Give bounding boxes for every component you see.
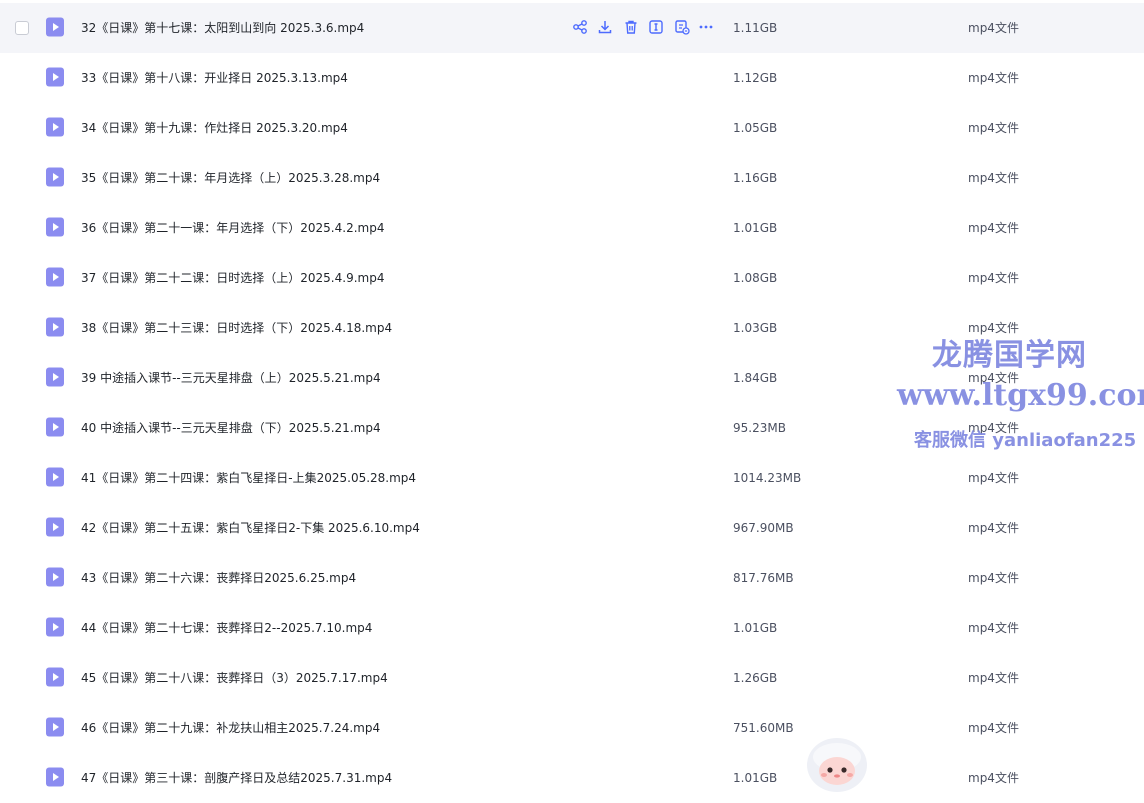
- download-icon[interactable]: [597, 19, 613, 35]
- file-type: mp4文件: [968, 121, 1019, 135]
- watermark-url: www.ltgx99.com: [897, 378, 1144, 413]
- file-type: mp4文件: [968, 71, 1019, 85]
- file-row[interactable]: 32《日课》第十七课：太阳到山到向 2025.3.6.mp4 1.11GB mp4文…: [0, 3, 1144, 53]
- file-type: mp4文件: [968, 721, 1019, 735]
- file-name[interactable]: 38《日课》第二十三课：日时选择（下）2025.4.18.mp4: [81, 320, 392, 336]
- file-type: mp4文件: [968, 571, 1019, 585]
- file-row[interactable]: 44《日课》第二十七课：丧葬择日2--2025.7.10.mp4 1.01GB mp…: [0, 603, 1144, 653]
- video-file-icon: [45, 367, 65, 387]
- file-name[interactable]: 46《日课》第二十九课：补龙扶山相主2025.7.24.mp4: [81, 720, 380, 736]
- file-size: 751.60MB: [733, 721, 794, 735]
- file-type: mp4文件: [968, 471, 1019, 485]
- file-size: 1.03GB: [733, 321, 778, 335]
- file-name[interactable]: 32《日课》第十七课：太阳到山到向 2025.3.6.mp4: [81, 20, 364, 36]
- file-size: 1.01GB: [733, 771, 778, 785]
- file-name[interactable]: 42《日课》第二十五课：紫白飞星择日2-下集 2025.6.10.mp4: [81, 520, 420, 536]
- file-name[interactable]: 36《日课》第二十一课：年月选择（下）2025.4.2.mp4: [81, 220, 384, 236]
- file-row[interactable]: 45《日课》第二十八课：丧葬择日（3）2025.7.17.mp4 1.26GB mp…: [0, 653, 1144, 703]
- video-file-icon: [45, 67, 65, 87]
- file-name[interactable]: 35《日课》第二十课：年月选择（上）2025.3.28.mp4: [81, 170, 380, 186]
- rename-icon[interactable]: [648, 19, 664, 35]
- video-file-icon: [45, 217, 65, 237]
- file-type: mp4文件: [968, 271, 1019, 285]
- video-file-icon: [45, 767, 65, 787]
- assistant-mascot-icon[interactable]: [802, 737, 872, 793]
- file-type: mp4文件: [968, 671, 1019, 685]
- file-size: 95.23MB: [733, 421, 786, 435]
- video-file-icon: [45, 717, 65, 737]
- file-size: 1.08GB: [733, 271, 778, 285]
- file-row[interactable]: 36《日课》第二十一课：年月选择（下）2025.4.2.mp4 1.01GB mp4…: [0, 203, 1144, 253]
- file-name[interactable]: 45《日课》第二十八课：丧葬择日（3）2025.7.17.mp4: [81, 670, 388, 686]
- file-type: mp4文件: [968, 171, 1019, 185]
- file-row[interactable]: 37《日课》第二十二课：日时选择（上）2025.4.9.mp4 1.08GB mp4…: [0, 253, 1144, 303]
- watermark-title: 龙腾国学网: [932, 338, 1087, 373]
- file-size: 1.16GB: [733, 171, 778, 185]
- file-type: mp4文件: [968, 771, 1019, 785]
- file-size: 1.01GB: [733, 221, 778, 235]
- file-size: 817.76MB: [733, 571, 794, 585]
- video-file-icon: [45, 667, 65, 687]
- file-name[interactable]: 39 中途插入课节--三元天星排盘（上）2025.5.21.mp4: [81, 370, 381, 386]
- video-file-icon: [45, 267, 65, 287]
- watermark-contact: 客服微信 yanliaofan225: [914, 430, 1137, 451]
- file-size: 1.05GB: [733, 121, 778, 135]
- file-size: 1.12GB: [733, 71, 778, 85]
- file-name[interactable]: 41《日课》第二十四课：紫白飞星择日-上集2025.05.28.mp4: [81, 470, 416, 486]
- file-row[interactable]: 33《日课》第十八课：开业择日 2025.3.13.mp4 1.12GB mp4文件: [0, 53, 1144, 103]
- share-icon[interactable]: [572, 19, 588, 35]
- file-size: 1.26GB: [733, 671, 778, 685]
- delete-icon[interactable]: [623, 19, 639, 35]
- file-name[interactable]: 44《日课》第二十七课：丧葬择日2--2025.7.10.mp4: [81, 620, 372, 636]
- file-name[interactable]: 34《日课》第十九课：作灶择日 2025.3.20.mp4: [81, 120, 348, 136]
- copy-to-icon[interactable]: [674, 19, 690, 35]
- file-row[interactable]: 43《日课》第二十六课：丧葬择日2025.6.25.mp4 817.76MB mp4…: [0, 553, 1144, 603]
- file-name[interactable]: 37《日课》第二十二课：日时选择（上）2025.4.9.mp4: [81, 270, 384, 286]
- file-type: mp4文件: [968, 521, 1019, 535]
- file-row[interactable]: 41《日课》第二十四课：紫白飞星择日-上集2025.05.28.mp4 1014.…: [0, 453, 1144, 503]
- file-type: mp4文件: [968, 221, 1019, 235]
- more-icon[interactable]: [698, 19, 714, 35]
- file-name[interactable]: 43《日课》第二十六课：丧葬择日2025.6.25.mp4: [81, 570, 356, 586]
- file-size: 1.01GB: [733, 621, 778, 635]
- video-file-icon: [45, 567, 65, 587]
- video-file-icon: [45, 167, 65, 187]
- video-file-icon: [45, 417, 65, 437]
- file-type: mp4文件: [968, 621, 1019, 635]
- file-row[interactable]: 34《日课》第十九课：作灶择日 2025.3.20.mp4 1.05GB mp4文件: [0, 103, 1144, 153]
- file-size: 1.84GB: [733, 371, 778, 385]
- file-type: mp4文件: [968, 21, 1019, 35]
- file-name[interactable]: 47《日课》第三十课：剖腹产择日及总结2025.7.31.mp4: [81, 770, 392, 786]
- file-name[interactable]: 40 中途插入课节--三元天星排盘（下）2025.5.21.mp4: [81, 420, 381, 436]
- row-checkbox[interactable]: [15, 21, 29, 35]
- video-file-icon: [45, 467, 65, 487]
- file-row[interactable]: 46《日课》第二十九课：补龙扶山相主2025.7.24.mp4 751.60MB m…: [0, 703, 1144, 753]
- video-file-icon: [45, 517, 65, 537]
- file-row[interactable]: 42《日课》第二十五课：紫白飞星择日2-下集 2025.6.10.mp4 967.…: [0, 503, 1144, 553]
- file-size: 1.11GB: [733, 21, 778, 35]
- file-row[interactable]: 35《日课》第二十课：年月选择（上）2025.3.28.mp4 1.16GB mp4…: [0, 153, 1144, 203]
- video-file-icon: [45, 617, 65, 637]
- file-size: 1014.23MB: [733, 471, 802, 485]
- file-row[interactable]: 47《日课》第三十课：剖腹产择日及总结2025.7.31.mp4 1.01GB mp…: [0, 753, 1144, 803]
- file-name[interactable]: 33《日课》第十八课：开业择日 2025.3.13.mp4: [81, 70, 348, 86]
- video-file-icon: [45, 117, 65, 137]
- video-file-icon: [45, 317, 65, 337]
- video-file-icon: [45, 17, 65, 37]
- file-size: 967.90MB: [733, 521, 794, 535]
